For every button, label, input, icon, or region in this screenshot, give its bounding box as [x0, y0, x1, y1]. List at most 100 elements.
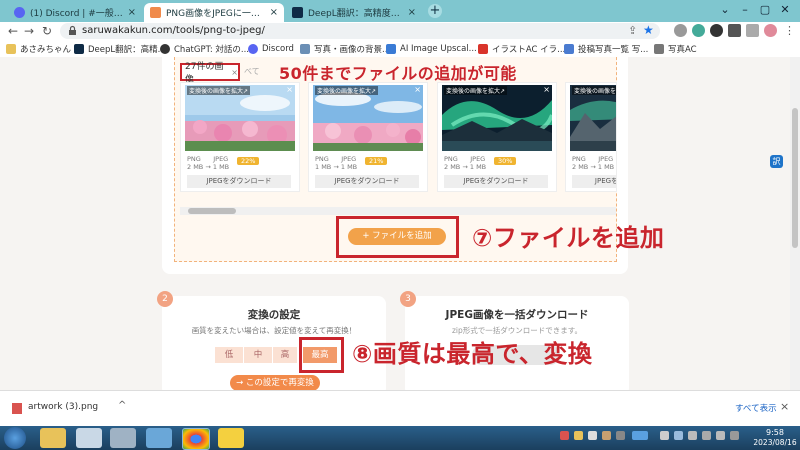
bookmark-photo-list[interactable]: 投稿写真一覧 写...: [564, 42, 648, 56]
thumbnail-scrollbar-thumb[interactable]: [188, 208, 236, 214]
add-file-button[interactable]: + ファイルを追加: [348, 228, 446, 245]
deepl-icon: [74, 44, 84, 54]
translate-extension-icon[interactable]: 訳: [770, 155, 783, 168]
extension-github-icon[interactable]: [674, 24, 687, 37]
tray-app-icon[interactable]: [602, 431, 611, 440]
page-scrollbar-thumb[interactable]: [792, 108, 798, 248]
reduction-badge: 30%: [494, 157, 517, 165]
extension-openai-icon[interactable]: [710, 24, 723, 37]
discord-icon: [14, 7, 25, 18]
tab-deepl[interactable]: DeepL翻訳：高精度な翻訳ツー ×: [286, 3, 422, 22]
forward-icon[interactable]: →: [22, 24, 36, 38]
network-icon[interactable]: [674, 431, 683, 440]
thumbnail-image[interactable]: 変換後の画像を拡大↗ ×: [313, 85, 423, 151]
extension-translate-icon[interactable]: [692, 24, 705, 37]
remove-icon[interactable]: ×: [286, 85, 293, 94]
tray-app-icon[interactable]: [560, 431, 569, 440]
new-tab-button[interactable]: +: [428, 4, 442, 18]
thumbnail-image[interactable]: 変換後の画像を拡大↗: [570, 85, 616, 151]
close-icon[interactable]: ×: [128, 7, 136, 18]
quality-low-button[interactable]: 低: [215, 347, 243, 363]
start-button-icon[interactable]: [4, 427, 26, 449]
maximize-icon[interactable]: ▢: [758, 3, 772, 17]
minimize-icon[interactable]: –: [738, 3, 752, 17]
profile-avatar[interactable]: [764, 24, 777, 37]
download-jpeg-button[interactable]: JPEGをダウンロード: [187, 175, 291, 188]
step-number-2: 2: [157, 291, 173, 307]
close-icon[interactable]: ×: [408, 7, 416, 18]
reconvert-button[interactable]: → この設定で再変換: [230, 375, 320, 391]
close-download-bar-icon[interactable]: ×: [780, 400, 789, 413]
enlarge-link[interactable]: 変換後の画像を拡大↗: [572, 86, 616, 95]
reload-icon[interactable]: ↻: [40, 24, 54, 38]
clock-time[interactable]: 9:58: [755, 428, 795, 437]
file-count-badge: 27件の画像 ×: [180, 62, 240, 85]
step-number-3: 3: [400, 291, 416, 307]
chatgpt-icon: [160, 44, 170, 54]
tray-app-icon[interactable]: [660, 431, 669, 440]
chrome-icon[interactable]: [182, 428, 210, 450]
enlarge-link[interactable]: 変換後の画像を拡大↗: [315, 86, 379, 95]
clear-files-icon[interactable]: ×: [231, 68, 238, 77]
bookmark-ai-upscale[interactable]: AI Image Upscal...: [386, 42, 477, 56]
enlarge-link[interactable]: 変換後の画像を拡大↗: [187, 86, 251, 95]
thumbnail-image[interactable]: 変換後の画像を拡大↗ ×: [185, 85, 295, 151]
file-count-tail: べて: [244, 67, 260, 76]
thumbnail-scrollbar[interactable]: [180, 207, 616, 215]
bookmark-photo-ac[interactable]: 写真AC: [654, 42, 697, 56]
bookmark-discord[interactable]: Discord: [248, 42, 294, 56]
quality-high-button[interactable]: 高: [273, 347, 297, 363]
download-jpeg-button[interactable]: JPEGをダウンロード: [444, 175, 548, 188]
thumbnail-image[interactable]: 変換後の画像を拡大↗ ×: [442, 85, 552, 151]
bookmark-illust-ac[interactable]: イラストAC イラ...: [478, 42, 565, 56]
paint-icon[interactable]: [110, 428, 136, 448]
menu-icon[interactable]: ⋮: [784, 24, 795, 37]
tab-search-icon[interactable]: ⌄: [718, 3, 732, 17]
tray-app-icon[interactable]: [574, 431, 583, 440]
app-icon[interactable]: [76, 428, 102, 448]
download-options-icon[interactable]: ^: [118, 400, 126, 411]
extensions-puzzle-icon[interactable]: [728, 24, 741, 37]
clock-date[interactable]: 2023/08/16: [752, 438, 798, 447]
show-all-link[interactable]: すべて表示: [735, 402, 777, 414]
quality-medium-button[interactable]: 中: [244, 347, 272, 363]
close-window-icon[interactable]: ✕: [778, 3, 792, 17]
share-icon[interactable]: ⇪: [628, 24, 637, 37]
lock-icon[interactable]: [68, 25, 77, 36]
tab-discord[interactable]: (1) Discord | #一般 | まめにゃ ×: [8, 3, 142, 22]
tray-app-icon[interactable]: [716, 431, 725, 440]
download-jpeg-button[interactable]: JPEGをダウンロード: [315, 175, 419, 188]
photo-list-icon: [564, 44, 574, 54]
settings-title: 変換の設定: [247, 309, 301, 321]
file-icon: [12, 403, 22, 414]
enlarge-link[interactable]: 変換後の画像を拡大↗: [444, 86, 508, 95]
bookmark-chatgpt[interactable]: ChatGPT: 対話の...: [160, 42, 249, 56]
notes-app-icon[interactable]: [218, 428, 244, 448]
ime-icon[interactable]: [632, 431, 648, 440]
remove-icon[interactable]: ×: [543, 85, 550, 94]
app2-icon[interactable]: [146, 428, 172, 448]
tray-app-icon[interactable]: [702, 431, 711, 440]
url-text[interactable]: saruwakakun.com/tools/png-to-jpeg/: [82, 24, 265, 38]
download-jpeg-button[interactable]: JPEGをダウンロー: [572, 175, 616, 188]
bookmark-star-icon[interactable]: ★: [643, 23, 654, 37]
photo-ac-icon: [654, 44, 664, 54]
tab-png-to-jpeg[interactable]: PNG画像をJPEGに一括変換！ ×: [144, 3, 284, 22]
download-file-name[interactable]: artwork (3).png: [28, 402, 98, 412]
reduction-badge: 22%: [237, 157, 260, 165]
tray-app-icon[interactable]: [588, 431, 597, 440]
remove-icon[interactable]: ×: [414, 85, 421, 94]
folder-icon: [6, 44, 16, 54]
sidepanel-icon[interactable]: [746, 24, 759, 37]
close-icon[interactable]: ×: [270, 7, 278, 18]
tray-app-icon[interactable]: [730, 431, 739, 440]
bookmark-asami[interactable]: あさみちゃん: [6, 42, 71, 56]
explorer-icon[interactable]: [40, 428, 66, 448]
bookmark-photo-bg[interactable]: 写真・画像の背景...: [300, 42, 390, 56]
tray-app-icon[interactable]: [616, 431, 625, 440]
annotation-quality: ⑧画質は最高で、変換: [352, 340, 593, 368]
quality-max-button[interactable]: 最高: [303, 347, 337, 363]
volume-icon[interactable]: [688, 431, 697, 440]
back-icon[interactable]: ←: [6, 24, 20, 38]
bookmark-deepl[interactable]: DeepL翻訳：高精...: [74, 42, 166, 56]
